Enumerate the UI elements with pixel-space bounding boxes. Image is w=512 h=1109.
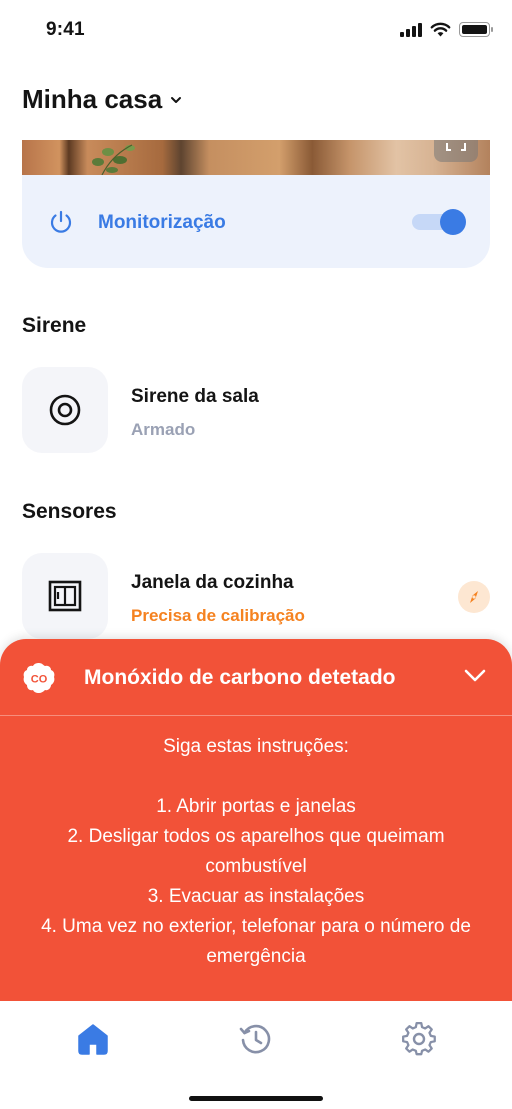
- tab-home[interactable]: [75, 1021, 111, 1057]
- device-row-window-sensor[interactable]: Janela da cozinha Precisa de calibração: [22, 553, 490, 639]
- device-row-siren[interactable]: Sirene da sala Armado: [22, 367, 490, 453]
- instructions-intro: Siga estas instruções:: [163, 736, 349, 757]
- instruction-step: 4. Uma vez no exterior, telefonar para o…: [41, 916, 471, 967]
- fullscreen-icon: [446, 143, 466, 151]
- status-time: 9:41: [46, 19, 85, 40]
- status-bar: 9:41: [0, 0, 512, 64]
- plant-image: [92, 144, 135, 175]
- home-icon: [78, 1024, 108, 1055]
- camera-card: Monitorização: [22, 140, 490, 268]
- device-status: Armado: [131, 420, 196, 439]
- section-title-sensors: Sensores: [22, 500, 117, 523]
- gear-icon: [402, 1022, 436, 1056]
- co-alert-icon: CO: [23, 663, 55, 693]
- co-alert-sheet: CO Monóxido de carbono detetado Siga est…: [0, 639, 512, 1001]
- device-status: Precisa de calibração: [131, 606, 305, 625]
- section-title-siren: Sirene: [22, 314, 87, 337]
- home-selector[interactable]: Minha casa: [22, 84, 182, 115]
- alert-header[interactable]: CO Monóxido de carbono detetado: [0, 639, 512, 716]
- device-name: Janela da cozinha: [131, 572, 294, 593]
- device-tile: [22, 553, 108, 639]
- calibration-badge[interactable]: [458, 581, 490, 613]
- home-title: Minha casa: [22, 84, 163, 114]
- device-tile: [22, 367, 108, 453]
- window-sensor-icon: [48, 580, 82, 612]
- alert-instructions: Siga estas instruções: 1. Abrir portas e…: [0, 732, 512, 972]
- tab-settings[interactable]: [401, 1021, 437, 1057]
- monitoring-row: Monitorização: [22, 175, 490, 268]
- battery-icon: [459, 22, 493, 37]
- cellular-signal-icon: [400, 22, 422, 37]
- svg-text:CO: CO: [31, 674, 48, 686]
- tab-bar: [0, 1001, 512, 1109]
- monitoring-toggle[interactable]: [412, 209, 468, 235]
- instruction-step: 1. Abrir portas e janelas: [156, 796, 356, 817]
- home-indicator: [189, 1096, 323, 1101]
- expand-camera-button[interactable]: [434, 140, 478, 162]
- instruction-step: 3. Evacuar as instalações: [147, 886, 365, 907]
- compass-icon: [470, 591, 478, 603]
- chevron-down-icon: [171, 96, 182, 103]
- tab-history[interactable]: [238, 1021, 274, 1057]
- history-icon: [239, 1024, 271, 1054]
- alert-title: Monóxido de carbono detetado: [84, 666, 396, 689]
- instruction-step: 2. Desligar todos os aparelhos que queim…: [67, 826, 445, 877]
- wifi-icon: [430, 22, 451, 37]
- power-icon: [50, 210, 72, 233]
- camera-preview[interactable]: [22, 140, 490, 175]
- monitoring-label: Monitorização: [98, 212, 226, 233]
- siren-icon: [49, 394, 81, 426]
- device-name: Sirene da sala: [131, 386, 259, 407]
- status-icons: [400, 22, 493, 37]
- chevron-down-icon[interactable]: [464, 669, 486, 683]
